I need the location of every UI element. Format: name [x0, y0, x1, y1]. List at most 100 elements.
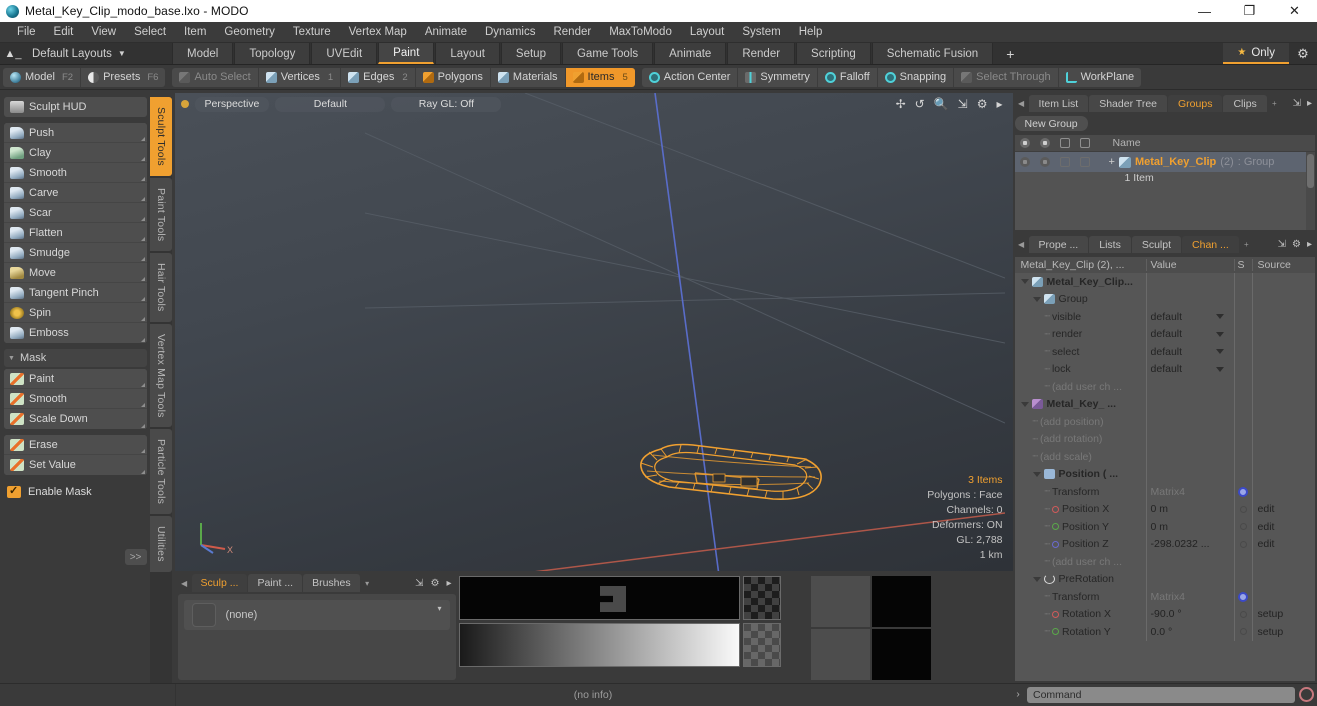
vtab-particle-tools[interactable]: Particle Tools: [150, 429, 172, 515]
expand-panel-button[interactable]: >>: [124, 549, 147, 565]
enable-mask-row[interactable]: Enable Mask: [4, 482, 147, 502]
channel-row[interactable]: ┈ visible default: [1015, 308, 1315, 326]
tool-spin[interactable]: Spin: [4, 303, 147, 323]
menu-item-system[interactable]: System: [733, 22, 789, 43]
move-view-icon[interactable]: ✢: [896, 97, 906, 111]
mode-button-falloff[interactable]: Falloff: [818, 67, 878, 87]
mode-button-auto-select[interactable]: Auto Select: [172, 67, 259, 87]
channel-selected-icon[interactable]: [1238, 486, 1249, 497]
channel-toggle-icon[interactable]: [1239, 523, 1247, 531]
channel-row[interactable]: ┈ Rotation X -90.0 ° setup: [1015, 605, 1315, 623]
tabs-scroll-icon[interactable]: ◀: [1015, 236, 1028, 253]
mode-button-presets[interactable]: Presets F6: [81, 68, 165, 87]
menu-item-vertex-map[interactable]: Vertex Map: [340, 22, 416, 43]
menu-item-select[interactable]: Select: [125, 22, 175, 43]
triangle-down-icon[interactable]: [1032, 296, 1041, 302]
row-visible-toggle[interactable]: [1015, 157, 1035, 167]
gradient-preview[interactable]: [458, 623, 740, 667]
layout-tab-scripting[interactable]: Scripting: [796, 43, 871, 64]
tool-paint[interactable]: Paint: [4, 369, 147, 389]
tab-sculpt[interactable]: Sculp ...: [191, 574, 248, 592]
triangle-down-icon[interactable]: [1020, 401, 1029, 407]
tab-properties[interactable]: Prope ...: [1028, 236, 1089, 253]
chevron-down-icon[interactable]: ▾: [361, 574, 374, 592]
mode-button-materials[interactable]: Materials: [491, 67, 566, 87]
tool-options-corner[interactable]: [141, 338, 145, 342]
channel-row[interactable]: ┈ Transform Matrix4: [1015, 483, 1315, 501]
channel-row[interactable]: ┈ lock default: [1015, 360, 1315, 378]
channel-row[interactable]: ┈ (add position): [1015, 413, 1315, 431]
maximize-button[interactable]: ❐: [1227, 0, 1272, 22]
channel-row[interactable]: ┈ Position Z -298.0232 ... edit: [1015, 535, 1315, 553]
zoom-view-icon[interactable]: 🔍: [934, 97, 949, 111]
chevron-down-icon[interactable]: [1215, 314, 1224, 320]
tabs-scroll-icon[interactable]: ◀: [1015, 95, 1028, 112]
layout-tab-animate[interactable]: Animate: [654, 43, 727, 64]
channel-row[interactable]: ┈ render default: [1015, 325, 1315, 343]
menu-item-edit[interactable]: Edit: [45, 22, 83, 43]
mask-section-header[interactable]: ▼ Mask: [4, 349, 147, 367]
tool-options-corner[interactable]: [141, 449, 145, 453]
command-input[interactable]: Command: [1027, 686, 1295, 703]
channel-row[interactable]: Metal_Key_Clip...: [1015, 273, 1315, 291]
tool-flatten[interactable]: Flatten: [4, 223, 147, 243]
alpha-preview[interactable]: [458, 576, 740, 620]
menu-item-dynamics[interactable]: Dynamics: [476, 22, 544, 43]
tool-tangent-pinch[interactable]: Tangent Pinch: [4, 283, 147, 303]
tabs-scroll-icon[interactable]: ◀: [178, 574, 191, 592]
tool-options-corner[interactable]: [141, 317, 145, 321]
layout-tab-paint[interactable]: Paint: [378, 43, 435, 64]
channel-toggle-icon[interactable]: [1239, 610, 1247, 618]
menu-item-geometry[interactable]: Geometry: [215, 22, 284, 43]
mode-button-vertices[interactable]: Vertices 1: [259, 67, 342, 87]
tool-smooth[interactable]: Smooth: [4, 163, 147, 183]
layout-tab-uvedit[interactable]: UVEdit: [311, 43, 378, 64]
groups-list-scrollbar[interactable]: [1306, 152, 1315, 230]
expand-icon[interactable]: ⇲: [1293, 98, 1301, 109]
tool-options-corner[interactable]: [141, 177, 145, 181]
tool-smooth[interactable]: Smooth: [4, 389, 147, 409]
tool-carve[interactable]: Carve: [4, 183, 147, 203]
channel-toggle-icon[interactable]: [1239, 505, 1247, 513]
gear-icon[interactable]: ⚙: [1292, 239, 1301, 250]
channel-row[interactable]: ┈ Transform Matrix4: [1015, 588, 1315, 606]
tool-options-corner[interactable]: [141, 157, 145, 161]
gear-icon[interactable]: ⚙: [431, 578, 440, 589]
minimize-button[interactable]: —: [1182, 0, 1227, 22]
menu-item-layout[interactable]: Layout: [681, 22, 734, 43]
mode-button-items[interactable]: Items 5: [565, 67, 635, 87]
viewport-shading-dropdown[interactable]: Default: [275, 96, 386, 112]
channel-row[interactable]: PreRotation: [1015, 570, 1315, 588]
checkbox-checked-icon[interactable]: [7, 484, 21, 498]
tab-sculpt-props[interactable]: Sculpt: [1131, 236, 1182, 253]
record-ring-icon[interactable]: [1299, 687, 1314, 702]
triangle-down-icon[interactable]: [1032, 576, 1041, 582]
tool-erase[interactable]: Erase: [4, 435, 147, 455]
menu-item-view[interactable]: View: [82, 22, 125, 43]
layout-tab-topology[interactable]: Topology: [234, 43, 311, 64]
channel-row[interactable]: ┈ select default: [1015, 343, 1315, 361]
mode-button-action-center[interactable]: Action Center: [642, 67, 739, 87]
row-select-toggle[interactable]: [1075, 157, 1095, 167]
mode-button-symmetry[interactable]: Symmetry: [738, 67, 818, 87]
tool-scale-down[interactable]: Scale Down: [4, 409, 147, 429]
menu-item-texture[interactable]: Texture: [284, 22, 340, 43]
row-shade-toggle[interactable]: [1055, 157, 1075, 167]
tool-set-value[interactable]: Set Value: [4, 455, 147, 475]
chevron-down-icon[interactable]: [1215, 331, 1224, 337]
new-group-button[interactable]: New Group: [1014, 116, 1088, 131]
fit-view-icon[interactable]: ⇲: [958, 97, 968, 111]
menu-item-help[interactable]: Help: [790, 22, 832, 43]
vtab-paint-tools[interactable]: Paint Tools: [150, 177, 172, 252]
layout-tab-model[interactable]: Model: [172, 43, 234, 64]
preset-selector[interactable]: (none) ▾: [183, 600, 450, 630]
channel-toggle-icon[interactable]: [1239, 540, 1247, 548]
triangle-down-icon[interactable]: [1020, 279, 1029, 285]
vtab-utilities[interactable]: Utilities: [150, 516, 172, 572]
tool-options-corner[interactable]: [141, 403, 145, 407]
close-button[interactable]: ✕: [1272, 0, 1317, 22]
menu-item-animate[interactable]: Animate: [416, 22, 476, 43]
channel-row[interactable]: Position ( ...: [1015, 465, 1315, 483]
channel-row[interactable]: ┈ (add user ch ...: [1015, 553, 1315, 571]
channel-toggle-icon[interactable]: [1239, 628, 1247, 636]
